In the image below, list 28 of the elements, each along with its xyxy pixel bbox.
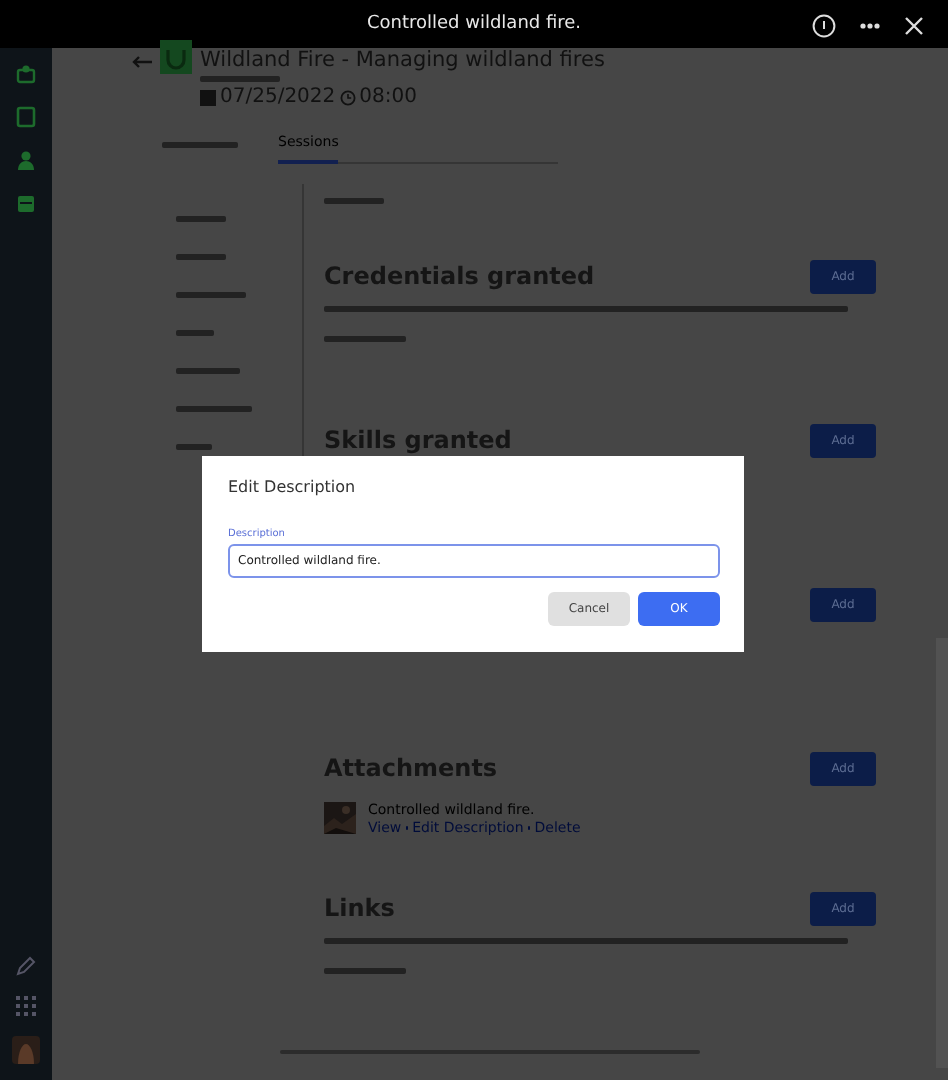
logo-icon <box>160 40 192 74</box>
window-title: Controlled wildland fire. <box>366 14 582 34</box>
person-icon[interactable] <box>16 150 36 172</box>
back-arrow-icon[interactable] <box>132 56 152 68</box>
pencil-icon[interactable] <box>16 956 36 976</box>
more-icon[interactable] <box>860 22 880 30</box>
avatar-icon[interactable] <box>12 1036 40 1064</box>
blurred-text-drawing <box>324 336 407 342</box>
info-icon[interactable] <box>812 14 836 38</box>
blurred-text-drawing <box>176 216 227 222</box>
blurred-text-drawing <box>162 142 238 148</box>
blurred-text-drawing <box>324 198 384 204</box>
blurred-text-drawing <box>176 330 214 336</box>
calendar-icon[interactable] <box>16 194 36 214</box>
blurred-text-drawing <box>176 292 246 298</box>
book-icon[interactable] <box>16 106 36 128</box>
blurred-text-drawing <box>176 444 212 450</box>
blurred-text-drawing <box>176 368 239 374</box>
people-icon[interactable] <box>16 64 36 84</box>
calendar-icon <box>200 89 216 105</box>
blurred-text-drawing <box>176 254 227 260</box>
blurred-text-drawing <box>200 76 280 82</box>
dialog-title: Edit Description <box>228 478 356 496</box>
clock-icon <box>339 89 356 105</box>
close-icon[interactable] <box>904 16 924 36</box>
apps-grid-icon[interactable] <box>16 996 36 1016</box>
blurred-text-drawing <box>176 406 252 412</box>
blurred-text-drawing <box>324 968 407 974</box>
